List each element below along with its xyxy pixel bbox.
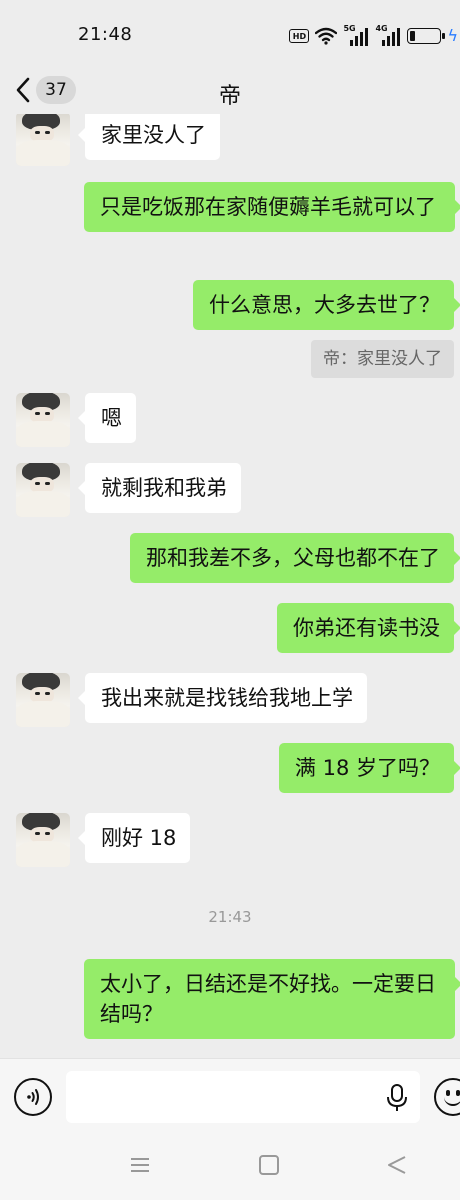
status-icons: HD 5G 4G ϟ [289, 24, 458, 48]
signal-sim2-icon: 4G [375, 24, 401, 46]
contact-avatar[interactable] [16, 463, 70, 517]
emoji-icon[interactable] [434, 1078, 460, 1116]
message-bubble[interactable]: 嗯 [78, 393, 136, 443]
back-triangle-icon[interactable] [386, 1154, 408, 1176]
chat-title: 帝 [218, 84, 241, 109]
battery-low-icon [407, 28, 446, 44]
message-bubble[interactable]: 太小了，日结还是不好找。一定要日结吗？ [84, 959, 460, 1039]
system-nav-bar [0, 1138, 460, 1200]
message-bubble[interactable]: 刚好 18 [77, 813, 191, 863]
message-bubble[interactable]: 什么意思，大多去世了？ [193, 280, 460, 330]
hd-voice-icon: HD [289, 29, 310, 43]
message-input[interactable] [66, 1071, 420, 1123]
contact-avatar[interactable] [16, 813, 70, 867]
status-bar: 21:48 HD 5G 4G ϟ [0, 0, 460, 70]
signal-sim1-icon: 5G [343, 24, 369, 46]
message-bubble[interactable]: 你弟还有读书没 [277, 603, 460, 653]
wifi-icon [315, 27, 338, 45]
chat-header: 37 帝 [0, 70, 460, 114]
contact-avatar[interactable] [16, 114, 70, 166]
quoted-reply[interactable]: 帝：家里没人了 [311, 340, 454, 378]
input-bar [0, 1058, 460, 1138]
voice-mode-button[interactable] [14, 1078, 52, 1116]
message-timestamp: 21:43 [208, 908, 252, 926]
message-bubble[interactable]: 只是吃饭那在家随便薅羊毛就可以了 [84, 182, 460, 232]
message-bubble[interactable]: 就剩我和我弟 [78, 463, 241, 513]
message-bubble[interactable]: 那和我差不多，父母也都不在了 [130, 533, 460, 583]
menu-icon[interactable] [129, 1154, 151, 1176]
message-bubble[interactable]: 满 18 岁了吗？ [278, 743, 460, 793]
message-bubble[interactable]: 我出来就是找钱给我地上学 [78, 673, 367, 723]
message-bubble[interactable]: 家里没人了 [78, 114, 220, 160]
contact-avatar[interactable] [16, 673, 70, 727]
clock: 21:48 [78, 24, 133, 45]
message-list[interactable]: 家里没人了 只是吃饭那在家随便薅羊毛就可以了 什么意思，大多去世了？ 帝：家里没… [0, 114, 460, 1058]
voice-mode-icon [27, 1089, 39, 1105]
microphone-icon[interactable] [385, 1083, 409, 1113]
charging-bolt-icon: ϟ [447, 26, 458, 45]
home-icon[interactable] [258, 1154, 280, 1176]
contact-avatar[interactable] [16, 393, 70, 447]
